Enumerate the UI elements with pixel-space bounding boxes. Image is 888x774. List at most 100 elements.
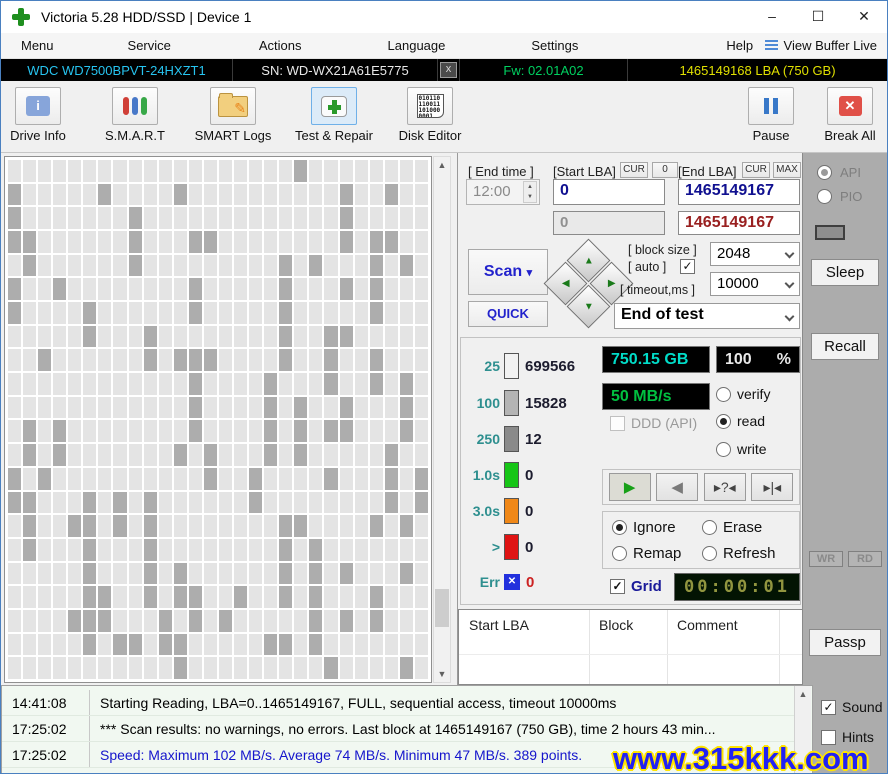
test-repair-label: Test & Repair	[289, 128, 379, 143]
end-lba-cur-button[interactable]: CUR	[742, 162, 770, 178]
right-sidebar: API PIO Sleep Recall WR RD Passp	[802, 153, 888, 685]
col-comment[interactable]: Comment	[677, 610, 738, 640]
seek-end-button[interactable]: ▸|◂	[751, 473, 793, 501]
col-block[interactable]: Block	[599, 610, 633, 640]
sleep-button[interactable]: Sleep	[811, 259, 879, 286]
sound-checkbox[interactable]: ✓Sound	[821, 699, 882, 715]
block-size-label: [ block size ]	[628, 243, 697, 257]
log-time: 14:41:08	[2, 690, 90, 715]
menu-item-service[interactable]: Service	[124, 38, 175, 53]
menu-bar: Menu Service Actions Language Settings H…	[1, 33, 887, 59]
end-of-test-value: End of test	[621, 306, 704, 323]
end-time-label: [ End time ]	[468, 164, 534, 179]
scroll-up-icon[interactable]: ▲	[795, 686, 811, 702]
quick-button[interactable]: QUICK	[468, 301, 548, 327]
end-lba-max-button[interactable]: MAX	[773, 162, 801, 178]
end-lba-current-field: 1465149167	[678, 211, 800, 235]
back-icon: ◀	[671, 479, 683, 496]
menu-item-help[interactable]: Help	[722, 38, 757, 53]
read-label: read	[737, 413, 765, 429]
drive-info-button[interactable]: i Drive Info	[0, 87, 83, 143]
drive-firmware: Fw: 02.01A02	[460, 59, 628, 81]
arrow-down-icon: ▼	[584, 301, 594, 312]
infobar-close-button[interactable]: x	[440, 62, 457, 78]
timeout-combo[interactable]: 10000	[710, 272, 800, 296]
watermark: www.315kkk.com	[613, 741, 869, 774]
scan-label: Scan	[484, 263, 522, 280]
ddd-api-checkbox[interactable]: DDD (API)	[610, 415, 697, 431]
auto-checkbox[interactable]: ✓	[680, 259, 695, 274]
scan-button[interactable]: Scan ▾	[468, 249, 548, 295]
smart-button[interactable]: S.M.A.R.T	[90, 87, 180, 143]
end-lba-input[interactable]: 1465149167	[678, 179, 800, 205]
break-x-icon: ✕	[839, 96, 862, 116]
mode-verify-radio[interactable]: verify	[716, 386, 770, 402]
ignore-radio[interactable]: Ignore	[612, 519, 676, 536]
radio-icon	[817, 165, 832, 180]
start-lba-input[interactable]: 0	[553, 179, 665, 205]
menu-item-menu[interactable]: Menu	[17, 38, 58, 53]
start-lba-cur-button[interactable]: CUR	[620, 162, 648, 178]
menu-item-actions[interactable]: Actions	[255, 38, 306, 53]
start-test-button[interactable]: ▶	[609, 473, 651, 501]
api-radio[interactable]: API	[817, 165, 861, 180]
menu-item-settings[interactable]: Settings	[527, 38, 582, 53]
log-message: Speed: Maximum 102 MB/s. Average 74 MB/s…	[90, 747, 582, 763]
media-controls: ▶ ◀ ▸?◂ ▸|◂	[602, 469, 800, 505]
end-time-spinner[interactable]: 12:00 ▲▼	[466, 179, 540, 205]
maximize-button[interactable]: ☐	[795, 1, 841, 33]
erase-radio[interactable]: Erase	[702, 519, 762, 536]
minimize-button[interactable]: –	[749, 1, 795, 33]
pause-label: Pause	[726, 128, 816, 143]
close-button[interactable]: ✕	[841, 1, 887, 33]
col-start-lba[interactable]: Start LBA	[469, 610, 529, 640]
test-repair-button[interactable]: Test & Repair	[289, 87, 379, 143]
disk-editor-button[interactable]: 010110 110011 101000 0001 Disk Editor	[385, 87, 475, 143]
scroll-up-icon[interactable]: ▲	[434, 157, 450, 173]
block-map-scrollbar[interactable]: ▲ ▼	[433, 156, 451, 683]
start-lba-zero-button[interactable]: 0	[652, 162, 678, 178]
seek-question-icon: ▸?◂	[714, 479, 736, 495]
view-buffer-live[interactable]: View Buffer Live	[765, 38, 877, 53]
scrollbar-thumb[interactable]	[435, 589, 449, 627]
pio-radio[interactable]: PIO	[817, 189, 862, 204]
drive-capacity: 1465149168 LBA (750 GB)	[628, 59, 887, 81]
stat-row-errors: Err✕0	[462, 567, 597, 597]
block-size-combo[interactable]: 2048	[710, 242, 800, 266]
refresh-radio[interactable]: Refresh	[702, 545, 776, 562]
end-of-test-combo[interactable]: End of test	[614, 303, 800, 329]
rd-button[interactable]: RD	[848, 551, 882, 567]
drive-info-bar: WDC WD7500BPVT-24HXZT1 SN: WD-WX21A61E57…	[1, 59, 887, 81]
mode-write-radio[interactable]: write	[716, 441, 767, 457]
stat-row: 25699566	[462, 351, 597, 381]
reverse-button[interactable]: ◀	[656, 473, 698, 501]
break-all-button[interactable]: ✕ Break All	[805, 87, 888, 143]
smart-logs-button[interactable]: ✎ SMART Logs	[188, 87, 278, 143]
current-lba-field: 0	[553, 211, 665, 235]
log-message: *** Scan results: no warnings, no errors…	[90, 721, 716, 737]
stat-row: 10015828	[462, 388, 597, 418]
radio-icon	[716, 414, 731, 429]
api-label: API	[840, 165, 861, 180]
scan-dropdown-icon: ▾	[527, 267, 533, 279]
write-label: write	[737, 441, 767, 457]
spinner-arrows-icon[interactable]: ▲▼	[523, 181, 537, 203]
recall-button[interactable]: Recall	[811, 333, 879, 360]
smart-label: S.M.A.R.T	[90, 128, 180, 143]
chevron-down-icon	[785, 249, 795, 259]
radio-icon	[612, 520, 627, 535]
stat-row: 1.0s0	[462, 460, 597, 490]
mode-read-radio[interactable]: read	[716, 413, 765, 429]
buffer-list-icon	[765, 40, 778, 52]
remap-radio[interactable]: Remap	[612, 545, 681, 562]
radio-icon	[702, 546, 717, 561]
wr-button[interactable]: WR	[809, 551, 843, 567]
erase-label: Erase	[723, 519, 762, 536]
menu-item-language[interactable]: Language	[384, 38, 450, 53]
smart-logs-label: SMART Logs	[188, 128, 278, 143]
scroll-down-icon[interactable]: ▼	[434, 666, 450, 682]
passp-button[interactable]: Passp	[809, 629, 881, 656]
pause-button[interactable]: Pause	[726, 87, 816, 143]
grid-checkbox[interactable]: ✓Grid	[610, 578, 662, 595]
seek-question-button[interactable]: ▸?◂	[704, 473, 746, 501]
